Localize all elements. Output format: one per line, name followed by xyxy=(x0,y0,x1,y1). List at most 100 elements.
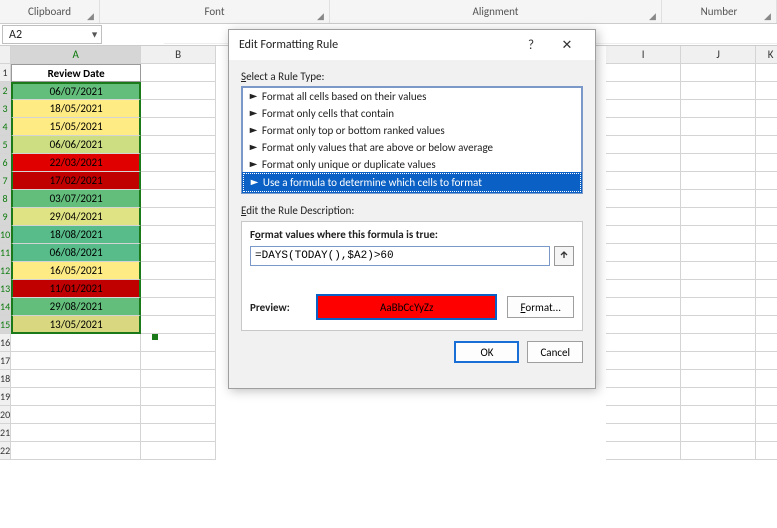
cell[interactable] xyxy=(756,100,777,118)
cell[interactable]: 17/02/2021 xyxy=(11,172,141,190)
cell[interactable] xyxy=(606,154,681,172)
chevron-down-icon[interactable]: ▼ xyxy=(90,29,99,40)
cell[interactable] xyxy=(681,172,756,190)
cell[interactable] xyxy=(681,136,756,154)
cell[interactable] xyxy=(606,406,681,424)
dialog-launcher-icon[interactable]: ◢ xyxy=(649,11,659,21)
cell[interactable] xyxy=(141,244,216,262)
row-header[interactable]: 14 xyxy=(0,298,11,316)
cell[interactable] xyxy=(756,226,777,244)
column-header[interactable]: J xyxy=(681,46,756,64)
row-header[interactable]: 15 xyxy=(0,316,11,334)
cell[interactable] xyxy=(681,244,756,262)
cell[interactable] xyxy=(141,226,216,244)
cell[interactable]: 06/07/2021 xyxy=(11,82,141,100)
cell[interactable] xyxy=(606,100,681,118)
row-header[interactable]: 9 xyxy=(0,208,11,226)
cell[interactable] xyxy=(11,424,141,442)
cell[interactable] xyxy=(756,316,777,334)
cell[interactable] xyxy=(141,298,216,316)
cell[interactable] xyxy=(606,226,681,244)
row-header[interactable]: 17 xyxy=(0,352,11,370)
cell[interactable] xyxy=(141,442,216,460)
cell[interactable]: Review Date xyxy=(11,64,141,82)
cell[interactable] xyxy=(681,406,756,424)
cell[interactable] xyxy=(756,424,777,442)
cell[interactable] xyxy=(141,388,216,406)
ok-button[interactable]: OK xyxy=(454,341,519,363)
cell[interactable] xyxy=(606,82,681,100)
cell[interactable]: 29/08/2021 xyxy=(11,298,141,316)
cell[interactable] xyxy=(11,388,141,406)
cell[interactable] xyxy=(756,262,777,280)
cell[interactable] xyxy=(681,352,756,370)
cell[interactable] xyxy=(681,298,756,316)
cell[interactable] xyxy=(681,334,756,352)
cell[interactable] xyxy=(141,82,216,100)
cell[interactable] xyxy=(141,424,216,442)
select-all-corner[interactable] xyxy=(0,46,11,64)
cell[interactable] xyxy=(756,442,777,460)
row-header[interactable]: 11 xyxy=(0,244,11,262)
cell[interactable]: 03/07/2021 xyxy=(11,190,141,208)
cell[interactable]: 18/08/2021 xyxy=(11,226,141,244)
cell[interactable] xyxy=(681,118,756,136)
row-header[interactable]: 12 xyxy=(0,262,11,280)
cell[interactable] xyxy=(681,388,756,406)
collapse-dialog-button[interactable] xyxy=(554,246,574,266)
rule-type-item[interactable]: ►Use a formula to determine which cells … xyxy=(243,173,581,192)
cell[interactable] xyxy=(756,208,777,226)
cell[interactable] xyxy=(681,100,756,118)
cell[interactable] xyxy=(141,406,216,424)
cell[interactable] xyxy=(606,172,681,190)
cell[interactable] xyxy=(11,334,141,352)
cell[interactable] xyxy=(756,370,777,388)
dialog-launcher-icon[interactable]: ◢ xyxy=(87,11,97,21)
cell[interactable] xyxy=(141,64,216,82)
dialog-launcher-icon[interactable]: ◢ xyxy=(764,11,774,21)
cell[interactable] xyxy=(606,352,681,370)
rule-type-item[interactable]: ►Format all cells based on their values xyxy=(243,88,581,105)
cell[interactable] xyxy=(756,352,777,370)
cell[interactable] xyxy=(681,82,756,100)
cell[interactable] xyxy=(141,208,216,226)
fill-handle[interactable] xyxy=(152,334,158,340)
cell[interactable]: 29/04/2021 xyxy=(11,208,141,226)
cell[interactable]: 11/01/2021 xyxy=(11,280,141,298)
row-header[interactable]: 20 xyxy=(0,406,11,424)
column-header[interactable]: B xyxy=(141,46,216,64)
cell[interactable]: 22/03/2021 xyxy=(11,154,141,172)
row-header[interactable]: 6 xyxy=(0,154,11,172)
cell[interactable] xyxy=(11,370,141,388)
cell[interactable] xyxy=(681,154,756,172)
name-box[interactable]: A2 ▼ xyxy=(2,25,102,44)
row-header[interactable]: 5 xyxy=(0,136,11,154)
cell[interactable] xyxy=(756,406,777,424)
cell[interactable] xyxy=(141,370,216,388)
cell[interactable]: 18/05/2021 xyxy=(11,100,141,118)
cancel-button[interactable]: Cancel xyxy=(527,341,583,363)
rule-type-item[interactable]: ►Format only top or bottom ranked values xyxy=(243,122,581,139)
cell[interactable]: 15/05/2021 xyxy=(11,118,141,136)
column-header[interactable]: K xyxy=(756,46,777,64)
column-header[interactable]: I xyxy=(606,46,681,64)
cell[interactable]: 06/06/2021 xyxy=(11,136,141,154)
cell[interactable] xyxy=(141,190,216,208)
cell[interactable]: 16/05/2021 xyxy=(11,262,141,280)
cell[interactable] xyxy=(756,64,777,82)
cell[interactable] xyxy=(756,280,777,298)
formula-input[interactable] xyxy=(250,246,550,266)
row-header[interactable]: 16 xyxy=(0,334,11,352)
dialog-titlebar[interactable]: Edit Formatting Rule ? ✕ xyxy=(229,30,595,60)
rule-type-item[interactable]: ►Format only values that are above or be… xyxy=(243,139,581,156)
cell[interactable] xyxy=(606,334,681,352)
cell[interactable] xyxy=(141,154,216,172)
cell[interactable] xyxy=(141,280,216,298)
cell[interactable] xyxy=(606,208,681,226)
cell[interactable] xyxy=(11,352,141,370)
cell[interactable] xyxy=(756,172,777,190)
cell[interactable] xyxy=(606,244,681,262)
cell[interactable] xyxy=(141,262,216,280)
cell[interactable] xyxy=(606,136,681,154)
cell[interactable] xyxy=(11,442,141,460)
